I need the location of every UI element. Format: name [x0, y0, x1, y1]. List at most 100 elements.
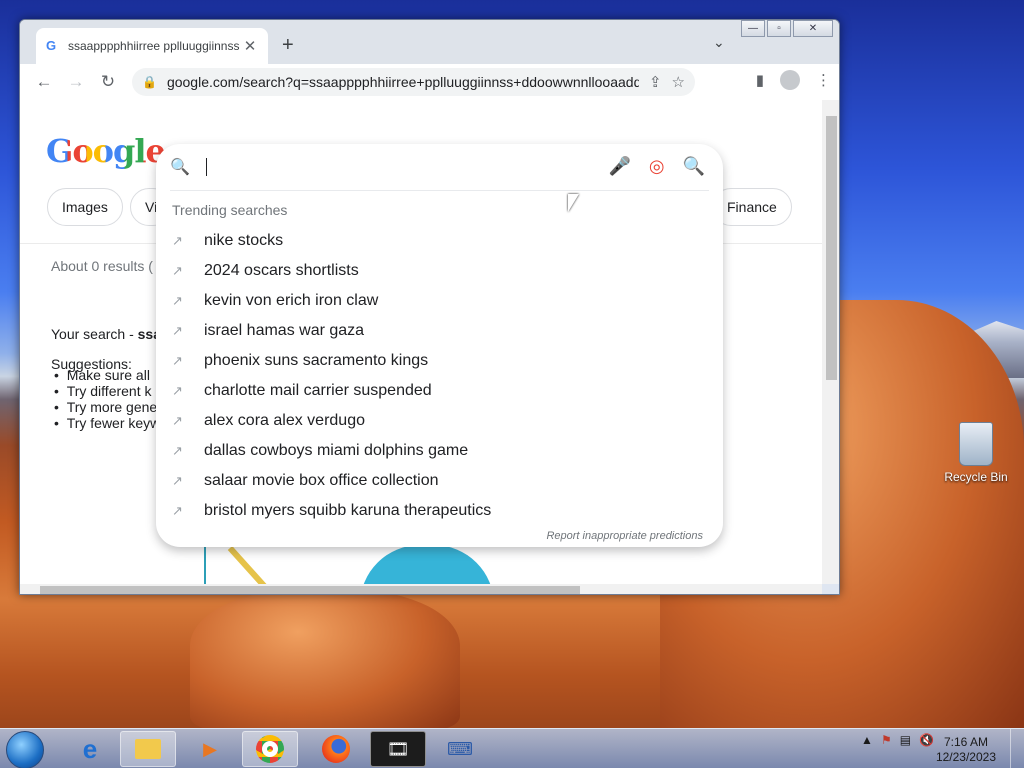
taskbar-firefox-icon[interactable]	[308, 731, 364, 767]
search-box-actions: 🎤 ◎ 🔍	[608, 156, 705, 177]
trending-arrow-icon: ↗	[172, 233, 183, 248]
forward-arrow-icon[interactable]: →	[60, 72, 92, 92]
voice-search-mic-icon[interactable]: 🎤	[608, 156, 630, 177]
recycle-bin-label: Recycle Bin	[944, 470, 1008, 484]
google-results-page: Google Images Vi Finance About 0 results…	[20, 100, 822, 584]
suggestion-text: nike stocks	[204, 232, 284, 249]
no-results-message: Your search - ssa	[51, 326, 161, 342]
suggestion-item[interactable]: ↗ phoenix suns sacramento kings	[156, 346, 723, 376]
show-hidden-icons-chevron-icon[interactable]: ▲	[861, 733, 873, 747]
suggestion-text: charlotte mail carrier suspended	[204, 382, 432, 399]
volume-muted-icon[interactable]: 🔇	[919, 733, 934, 747]
url-text: google.com/search?q=ssaapppphhiirree+ppl…	[166, 74, 639, 90]
suggestion-item[interactable]: ↗ 2024 oscars shortlists	[156, 256, 723, 286]
trending-arrow-icon: ↗	[172, 413, 183, 428]
taskbar-keyboard-app-icon[interactable]: ⌨	[432, 731, 488, 767]
report-predictions-link[interactable]: Report inappropriate predictions	[546, 530, 703, 542]
trending-arrow-icon: ↗	[172, 353, 183, 368]
google-logo[interactable]: Google	[46, 132, 166, 170]
search-suggestions-dropdown: 🔍 🎤 ◎ 🔍 Trending searches ↗ nike stocks ↗…	[156, 144, 723, 547]
lock-icon: 🔒	[142, 75, 157, 89]
bullet-item: • Try different k	[54, 383, 152, 399]
suggestion-item[interactable]: ↗ nike stocks	[156, 226, 723, 256]
trending-arrow-icon: ↗	[172, 383, 183, 398]
taskbar: e ▶ 🎞 ⌨ ▲ ⚑ ▤ 🔇 7:16 AM 12/23/2023	[0, 728, 1024, 768]
bullet-text: Try different k	[66, 383, 152, 399]
clock-date: 12/23/2023	[935, 750, 996, 764]
maximize-button[interactable]: ▫	[767, 20, 791, 37]
search-submit-icon[interactable]: 🔍	[683, 156, 705, 177]
tab-close-icon[interactable]: ✕	[242, 37, 258, 55]
recycle-bin-desktop-icon[interactable]: Recycle Bin	[944, 422, 1008, 484]
suggestion-item[interactable]: ↗ dallas cowboys miami dolphins game	[156, 436, 723, 466]
chrome-logo-icon	[256, 735, 284, 763]
lens-camera-icon[interactable]: ◎	[649, 156, 665, 177]
show-desktop-button[interactable]	[1010, 729, 1024, 768]
horizontal-scroll-thumb[interactable]	[40, 586, 580, 594]
network-icon[interactable]: ▤	[900, 733, 911, 747]
title-bar: G ssaapppphhiirree pplluuggiinnss ✕ + ⌄ …	[20, 20, 839, 64]
your-search-prefix: Your search -	[51, 326, 138, 342]
search-icon: 🔍	[170, 159, 190, 176]
firefox-logo-icon	[322, 735, 350, 763]
toolbar-right: ▮ ⋮	[756, 70, 831, 90]
reload-icon[interactable]: ↻	[92, 72, 124, 92]
chip-images[interactable]: Images	[47, 188, 123, 226]
recycle-bin-icon	[959, 422, 993, 466]
trending-arrow-icon: ↗	[172, 293, 183, 308]
close-window-button[interactable]: ✕	[793, 20, 833, 37]
text-caret	[205, 158, 207, 176]
chip-finance-label: Finance	[727, 199, 777, 215]
trending-searches-title: Trending searches	[172, 202, 288, 218]
minimize-button[interactable]: —	[741, 20, 765, 37]
menu-kebab-icon[interactable]: ⋮	[816, 71, 831, 89]
taskbar-clock[interactable]: 7:16 AM 12/23/2023	[936, 735, 996, 765]
suggestion-text: bristol myers squibb karuna therapeutics	[204, 502, 492, 519]
trending-arrow-icon: ↗	[172, 443, 183, 458]
taskbar-internet-explorer-icon[interactable]: e	[62, 731, 118, 767]
trending-arrow-icon: ↗	[172, 263, 183, 278]
new-tab-icon[interactable]: +	[282, 34, 294, 57]
bullet-text: Make sure all	[66, 367, 150, 383]
suggestion-item[interactable]: ↗ israel hamas war gaza	[156, 316, 723, 346]
suggestion-item[interactable]: ↗ alex cora alex verdugo	[156, 406, 723, 436]
bullet-item: • Try more gene	[54, 399, 158, 415]
chip-images-label: Images	[62, 199, 108, 215]
suggestion-item[interactable]: ↗ charlotte mail carrier suspended	[156, 376, 723, 406]
google-logo-text: Google	[46, 132, 166, 170]
back-arrow-icon[interactable]: ←	[28, 72, 60, 92]
vertical-scroll-thumb[interactable]	[826, 116, 837, 380]
taskbar-file-explorer-icon[interactable]	[120, 731, 176, 767]
taskbar-video-app-icon[interactable]: 🎞	[370, 731, 426, 767]
results-count: About 0 results (	[51, 258, 153, 274]
horizontal-scrollbar[interactable]	[20, 584, 822, 594]
browser-toolbar: ← → ↻ 🔒 google.com/search?q=ssaapppphhii…	[20, 64, 839, 100]
suggestion-bullets: • Make sure all • Try different k • Try …	[54, 367, 160, 431]
action-center-flag-icon[interactable]: ⚑	[881, 733, 892, 747]
taskbar-chrome-icon[interactable]	[242, 731, 298, 767]
suggestion-item[interactable]: ↗ kevin von erich iron claw	[156, 286, 723, 316]
doodle-character	[360, 545, 494, 584]
suggestion-item[interactable]: ↗ salaar movie box office collection	[156, 466, 723, 496]
suggestion-text: alex cora alex verdugo	[204, 412, 365, 429]
suggestion-text: israel hamas war gaza	[204, 322, 365, 339]
window-controls: — ▫ ✕	[741, 20, 833, 37]
profile-avatar-icon[interactable]	[780, 70, 800, 90]
bookmark-star-icon[interactable]: ☆	[672, 73, 685, 91]
folder-icon	[135, 739, 161, 759]
chip-finance[interactable]: Finance	[712, 188, 792, 226]
side-panel-icon[interactable]: ▮	[756, 71, 764, 89]
start-button-windows-icon[interactable]	[6, 731, 44, 768]
tab-search-chevron-icon[interactable]: ⌄	[713, 34, 725, 51]
taskbar-media-player-icon[interactable]: ▶	[182, 731, 238, 767]
bullet-item: • Make sure all	[54, 367, 150, 383]
share-icon[interactable]: ⇪	[649, 73, 662, 91]
trending-arrow-icon: ↗	[172, 473, 183, 488]
address-bar[interactable]: 🔒 google.com/search?q=ssaapppphhiirree+p…	[132, 68, 695, 96]
bullet-text: Try fewer keyw	[66, 415, 161, 431]
tab-active[interactable]: G ssaapppphhiirree pplluuggiinnss ✕	[36, 28, 268, 64]
mouse-pointer-icon	[568, 194, 579, 212]
suggestion-item[interactable]: ↗ bristol myers squibb karuna therapeutic…	[156, 496, 723, 526]
doodle-stick	[227, 545, 293, 584]
vertical-scrollbar[interactable]	[822, 100, 839, 584]
